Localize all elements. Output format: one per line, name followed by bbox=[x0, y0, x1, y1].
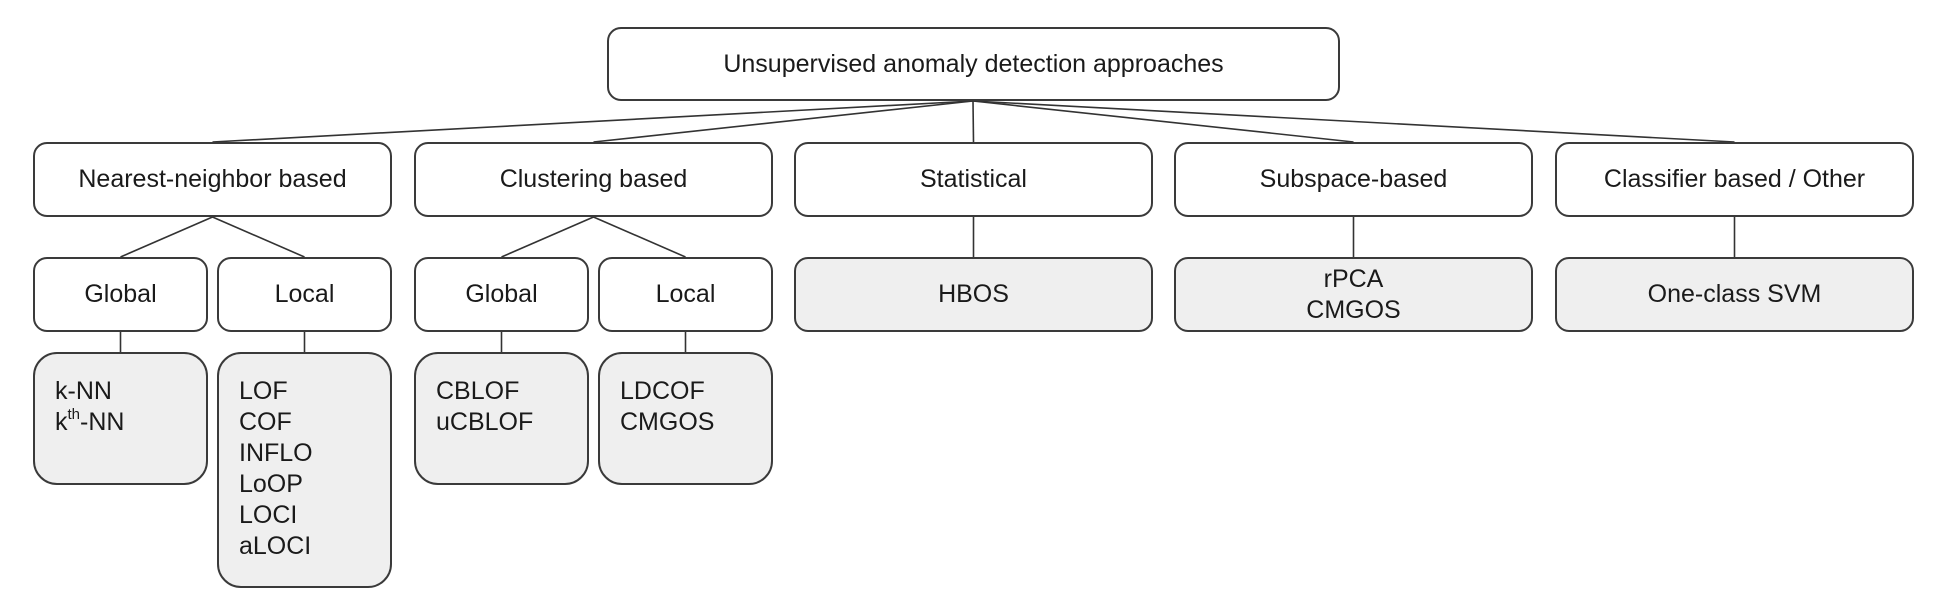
method-list: rPCA CMGOS bbox=[1306, 264, 1400, 326]
method-list: LOF COF INFLO LoOP LOCI aLOCI bbox=[239, 376, 313, 562]
category-statistical: Statistical bbox=[794, 142, 1153, 217]
category-clustering-based: Clustering based bbox=[414, 142, 773, 217]
method-name: k-NN bbox=[55, 377, 112, 405]
category-subspace-based-label: Subspace-based bbox=[1259, 165, 1448, 193]
methods-subspace-based: rPCA CMGOS bbox=[1174, 257, 1533, 332]
subgroup-nearest-neighbor-based-global-label: Global bbox=[84, 280, 157, 308]
method-name: kth-NN bbox=[55, 405, 125, 436]
method-name: COF bbox=[239, 408, 292, 436]
connector-root-to-clustering-based bbox=[593, 100, 974, 143]
subgroup-clustering-based-local: Local bbox=[598, 257, 773, 332]
method-name: INFLO bbox=[239, 439, 313, 467]
methods-classifier-based-other: One-class SVM bbox=[1555, 257, 1914, 332]
method-name: rPCA bbox=[1323, 264, 1384, 293]
method-name: One-class SVM bbox=[1647, 280, 1822, 308]
connector-nearest-neighbor-based-to-local bbox=[212, 216, 305, 258]
methods-clustering-based-global: CBLOF uCBLOF bbox=[414, 352, 589, 485]
subgroup-nearest-neighbor-based-local-label: Local bbox=[274, 280, 335, 308]
method-list: HBOS bbox=[938, 279, 1009, 310]
category-subspace-based: Subspace-based bbox=[1174, 142, 1533, 217]
subgroup-clustering-based-global-label: Global bbox=[465, 280, 538, 308]
category-statistical-label: Statistical bbox=[920, 165, 1027, 193]
connector-clustering-based-to-local bbox=[593, 216, 686, 258]
method-name: HBOS bbox=[938, 280, 1009, 308]
method-list: LDCOF CMGOS bbox=[620, 376, 714, 438]
method-name: CMGOS bbox=[620, 408, 715, 436]
connector-root-to-subspace-based bbox=[972, 100, 1354, 143]
method-name: LDCOF bbox=[620, 377, 705, 405]
method-name: aLOCI bbox=[239, 532, 312, 560]
subgroup-nearest-neighbor-based-global: Global bbox=[33, 257, 208, 332]
subgroup-clustering-based-global: Global bbox=[414, 257, 589, 332]
method-name: CBLOF bbox=[436, 377, 520, 405]
category-clustering-based-label: Clustering based bbox=[499, 165, 688, 193]
method-list: k-NN kth-NN bbox=[55, 376, 124, 438]
connector-root-to-nearest-neighbor-based bbox=[212, 100, 974, 143]
methods-statistical: HBOS bbox=[794, 257, 1153, 332]
method-name: LOCI bbox=[239, 501, 298, 529]
category-classifier-based-other-label: Classifier based / Other bbox=[1603, 165, 1866, 193]
methods-nearest-neighbor-based-local: LOF COF INFLO LoOP LOCI aLOCI bbox=[217, 352, 392, 588]
method-list: CBLOF uCBLOF bbox=[436, 376, 533, 438]
connector-clustering-based-to-global bbox=[501, 216, 594, 258]
method-name: LoOP bbox=[239, 470, 303, 498]
root-node: Unsupervised anomaly detection approache… bbox=[607, 27, 1340, 101]
subgroup-nearest-neighbor-based-local: Local bbox=[217, 257, 392, 332]
method-name: LOF bbox=[239, 377, 288, 405]
methods-clustering-based-local: LDCOF CMGOS bbox=[598, 352, 773, 485]
category-nearest-neighbor-based: Nearest-neighbor based bbox=[33, 142, 392, 217]
method-name: uCBLOF bbox=[436, 408, 534, 436]
category-nearest-neighbor-based-label: Nearest-neighbor based bbox=[78, 165, 347, 193]
methods-nearest-neighbor-based-global: k-NN kth-NN bbox=[33, 352, 208, 485]
connector-root-to-classifier-based-other bbox=[972, 100, 1735, 143]
connector-root-to-statistical bbox=[972, 100, 975, 143]
root-label: Unsupervised anomaly detection approache… bbox=[723, 49, 1224, 78]
category-classifier-based-other: Classifier based / Other bbox=[1555, 142, 1914, 217]
subgroup-clustering-based-local-label: Local bbox=[655, 280, 716, 308]
method-name: CMGOS bbox=[1306, 295, 1401, 324]
connector-nearest-neighbor-based-to-global bbox=[120, 216, 213, 258]
method-list: One-class SVM bbox=[1648, 279, 1822, 310]
